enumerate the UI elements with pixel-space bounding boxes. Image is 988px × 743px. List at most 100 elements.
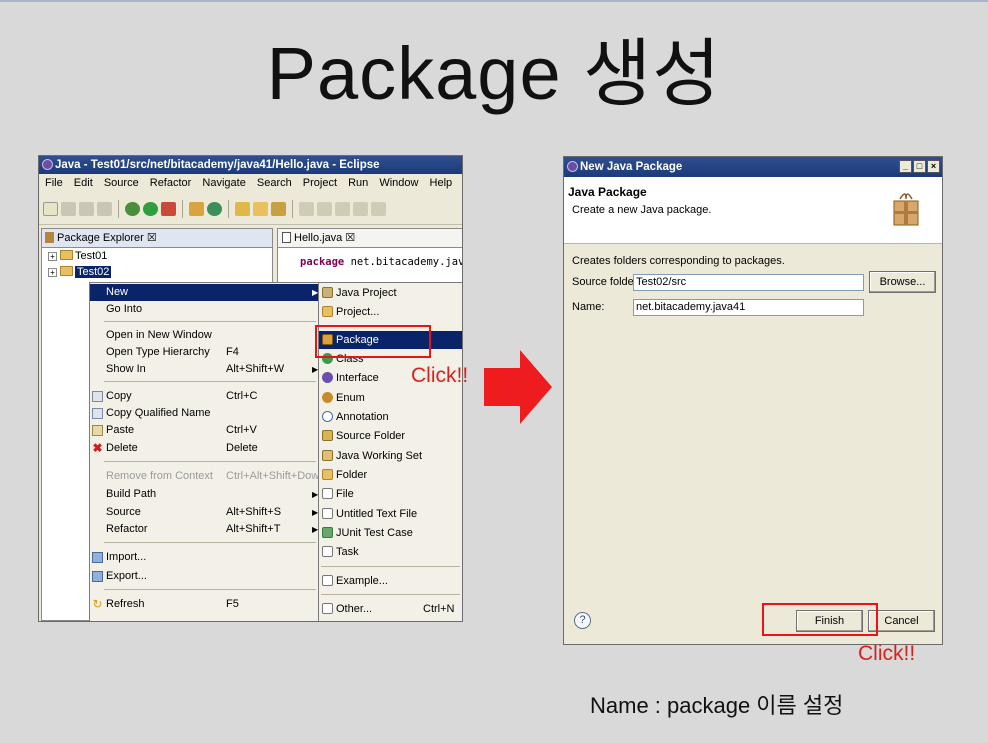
submenu-item-source-folder[interactable]: Source Folder: [319, 427, 462, 445]
finish-highlight-box: [762, 603, 878, 636]
eclipse-icon: [567, 161, 578, 172]
menu-project[interactable]: Project: [303, 177, 337, 189]
toolbar-separator: [228, 199, 229, 218]
context-item-open-new-window[interactable]: Open in New Window: [90, 327, 319, 344]
new-package-icon[interactable]: [189, 201, 204, 216]
menu-separator: [104, 321, 316, 322]
expand-icon[interactable]: +: [48, 252, 57, 261]
search-icon[interactable]: [271, 201, 286, 216]
delete-icon: ✖: [92, 441, 103, 455]
submenu-item-task[interactable]: Task: [319, 543, 462, 561]
help-icon[interactable]: ?: [574, 612, 591, 629]
expand-icon[interactable]: +: [48, 268, 57, 277]
menu-search[interactable]: Search: [257, 177, 292, 189]
working-set-icon: [322, 450, 333, 461]
menu-separator: [321, 566, 460, 567]
context-item-source[interactable]: Source Alt+Shift+S ▶: [90, 504, 319, 521]
tab-package-explorer[interactable]: Package Explorer ☒: [42, 229, 272, 248]
save-all-icon[interactable]: [79, 201, 94, 216]
menu-source[interactable]: Source: [104, 177, 139, 189]
menu-separator: [104, 461, 316, 462]
run-icon[interactable]: [143, 201, 158, 216]
context-item-refresh[interactable]: ↻ Refresh F5: [90, 596, 319, 613]
tree-item-label: Test01: [75, 250, 108, 262]
text-file-icon: [322, 508, 333, 519]
tab-hello-java[interactable]: Hello.java ☒: [278, 229, 462, 248]
submenu-item-junit-test-case[interactable]: JUnit Test Case: [319, 524, 462, 542]
annotation-next-icon[interactable]: [335, 201, 350, 216]
submenu-item-java-project[interactable]: Java Project: [319, 284, 462, 302]
external-tools-icon[interactable]: [161, 201, 176, 216]
open-folder-icon[interactable]: [253, 201, 268, 216]
close-icon[interactable]: ×: [927, 160, 940, 173]
nav-back-icon[interactable]: [299, 201, 314, 216]
context-menu: New ▶ Go Into Open in New Window Open Typ…: [89, 282, 325, 621]
context-item-delete[interactable]: ✖ Delete Delete: [90, 440, 319, 457]
submenu-item-file[interactable]: File: [319, 485, 462, 503]
save-icon[interactable]: [61, 201, 76, 216]
submenu-item-annotation[interactable]: Annotation: [319, 408, 462, 426]
editor-tab-label: Hello.java ☒: [294, 232, 356, 244]
tree-item-test02[interactable]: + Test02: [42, 264, 272, 280]
context-item-build-path[interactable]: Build Path ▶: [90, 486, 319, 503]
menu-window[interactable]: Window: [379, 177, 418, 189]
paste-icon: [92, 425, 103, 436]
menu-separator: [104, 381, 316, 382]
code-line[interactable]: package net.bitacademy.java4: [300, 248, 462, 268]
menu-refactor[interactable]: Refactor: [150, 177, 192, 189]
toolbar-separator: [292, 199, 293, 218]
dialog-info-text: Creates folders corresponding to package…: [572, 255, 785, 267]
tree-item-test01[interactable]: + Test01: [42, 248, 272, 264]
submenu-item-other[interactable]: Other... Ctrl+N: [319, 600, 462, 618]
submenu-item-untitled-text-file[interactable]: Untitled Text File: [319, 505, 462, 523]
code-text: net.bitacademy.java4: [350, 256, 462, 268]
context-item-export[interactable]: Export...: [90, 568, 319, 585]
other-wizard-icon: [322, 603, 333, 614]
context-item-new[interactable]: New ▶: [90, 284, 319, 301]
submenu-item-project[interactable]: Project...: [319, 303, 462, 321]
context-item-go-into[interactable]: Go Into: [90, 301, 319, 318]
menu-navigate[interactable]: Navigate: [202, 177, 245, 189]
nav-forward-icon[interactable]: [317, 201, 332, 216]
submenu-item-example[interactable]: Example...: [319, 572, 462, 590]
menu-file[interactable]: File: [45, 177, 63, 189]
source-folder-input[interactable]: Test02/src: [633, 274, 864, 291]
right-arrow-icon: [484, 350, 552, 424]
click-label-package: Click!!: [411, 364, 469, 387]
submenu-item-enum[interactable]: Enum: [319, 389, 462, 407]
project-folder-icon: [60, 266, 73, 276]
open-type-icon[interactable]: [235, 201, 250, 216]
context-item-show-in[interactable]: Show In Alt+Shift+W ▶: [90, 361, 319, 378]
eclipse-titlebar: Java - Test01/src/net/bitacademy/java41/…: [39, 156, 462, 174]
new-class-icon[interactable]: [207, 201, 222, 216]
context-item-copy-qualified-name[interactable]: Copy Qualified Name: [90, 405, 319, 422]
context-item-refactor[interactable]: Refactor Alt+Shift+T ▶: [90, 521, 319, 538]
package-name-input[interactable]: net.bitacademy.java41: [633, 299, 864, 316]
last-edit-icon[interactable]: [371, 201, 386, 216]
cancel-button[interactable]: Cancel: [868, 610, 935, 632]
menu-run[interactable]: Run: [348, 177, 368, 189]
eclipse-toolbar: [39, 193, 462, 225]
context-item-paste[interactable]: Paste Ctrl+V: [90, 422, 319, 439]
debug-icon[interactable]: [125, 201, 140, 216]
submenu-item-java-working-set[interactable]: Java Working Set: [319, 447, 462, 465]
eclipse-window-title: Java - Test01/src/net/bitacademy/java41/…: [55, 159, 380, 171]
menu-help[interactable]: Help: [430, 177, 453, 189]
browse-button[interactable]: Browse...: [869, 271, 936, 293]
menu-edit[interactable]: Edit: [74, 177, 93, 189]
dialog-title: New Java Package: [580, 161, 683, 173]
top-divider-line: [0, 0, 988, 2]
dialog-header: Java Package Create a new Java package.: [564, 177, 942, 244]
context-item-import[interactable]: Import...: [90, 549, 319, 566]
package-highlight-box: [315, 325, 431, 358]
annotation-prev-icon[interactable]: [353, 201, 368, 216]
maximize-icon[interactable]: □: [913, 160, 926, 173]
annotation-icon: [322, 411, 333, 422]
minimize-icon[interactable]: _: [899, 160, 912, 173]
submenu-item-folder[interactable]: Folder: [319, 466, 462, 484]
example-icon: [322, 575, 333, 586]
print-icon[interactable]: [97, 201, 112, 216]
new-icon[interactable]: [43, 201, 58, 216]
context-item-copy[interactable]: Copy Ctrl+C: [90, 388, 319, 405]
context-item-open-type-hierarchy[interactable]: Open Type Hierarchy F4: [90, 344, 319, 361]
